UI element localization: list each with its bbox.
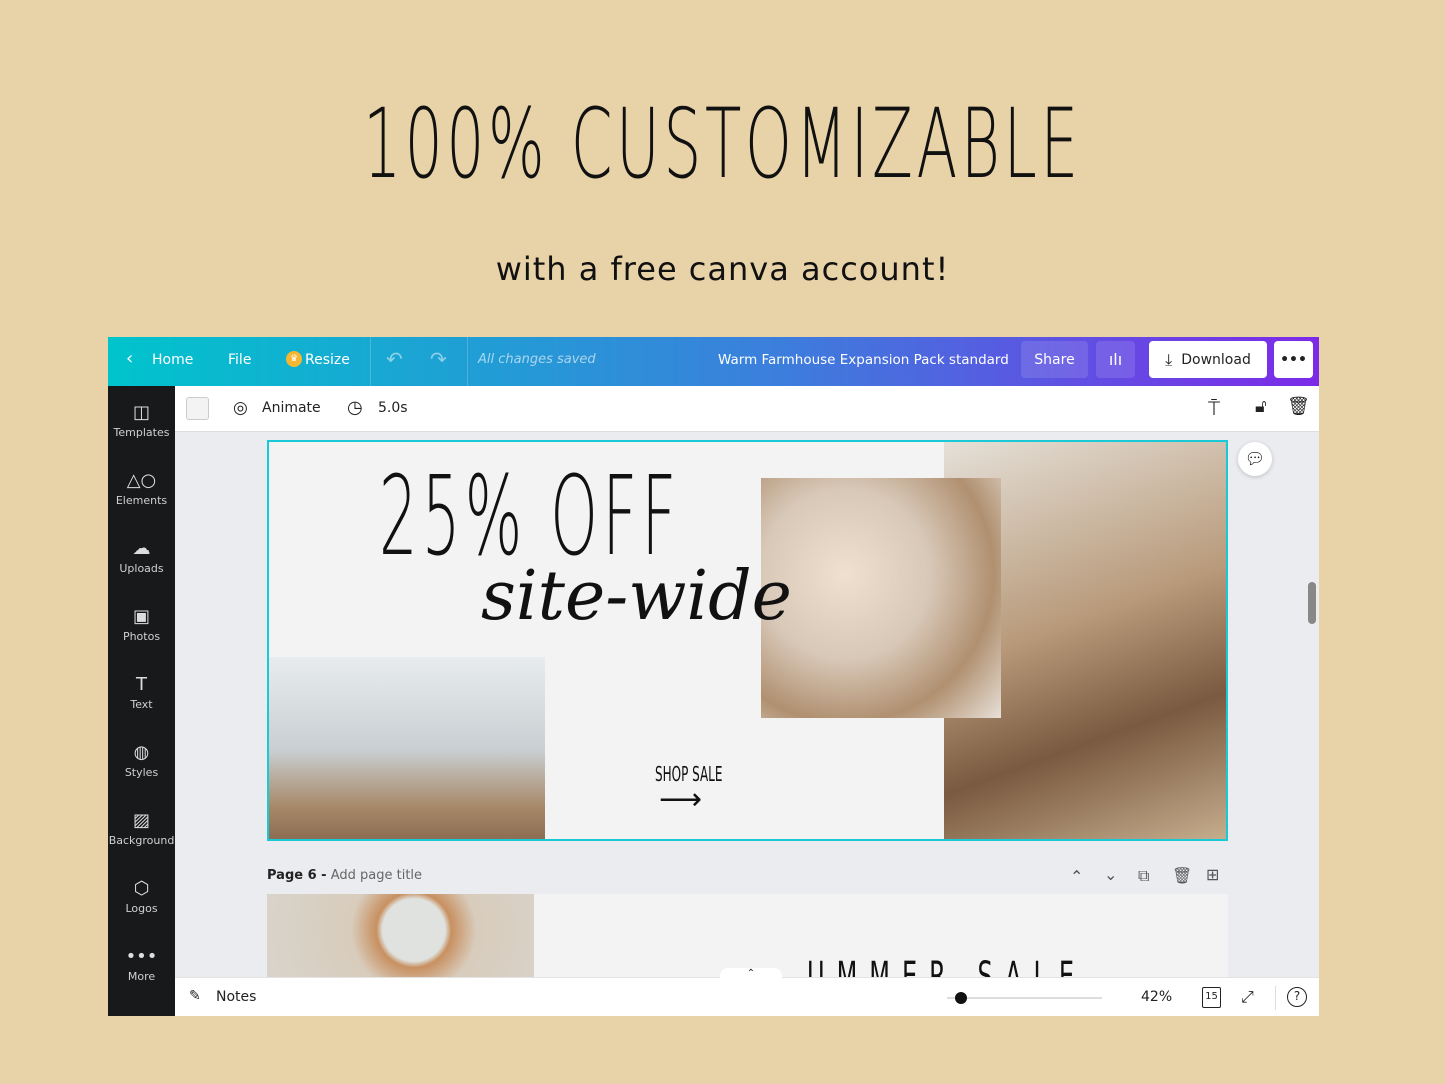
download-icon: ⤓ — [1165, 349, 1173, 369]
zoom-level[interactable]: 42% — [1141, 989, 1172, 1005]
crown-icon: ♛ — [286, 351, 302, 367]
clock-icon: ◷ — [347, 397, 363, 418]
editor-toolbar: ◎ Animate ◷ 5.0s ⍑ 🔓︎ 🗑︎ — [175, 386, 1319, 432]
page-title-input[interactable]: Add page title — [331, 868, 422, 883]
scrollbar-thumb[interactable] — [1308, 582, 1316, 624]
children-photo[interactable] — [761, 478, 1001, 718]
zoom-slider-thumb[interactable] — [954, 992, 967, 1004]
sidebar-item-text[interactable]: T Text — [108, 674, 175, 711]
bottom-bar: ⌃ ✎ Notes 42% 15 ⤢ ? — [175, 968, 1319, 1016]
sidebar-item-elements[interactable]: △○ Elements — [108, 470, 175, 507]
notes-button[interactable]: Notes — [216, 989, 256, 1005]
chevron-left-icon[interactable]: ‹ — [126, 348, 133, 369]
move-up-icon[interactable]: ⌃ — [1070, 867, 1083, 886]
text-icon: T — [136, 674, 147, 695]
photo-icon: ▣ — [132, 606, 150, 627]
logo-icon: ⬡ — [133, 878, 150, 899]
divider — [1275, 986, 1276, 1010]
fullscreen-icon[interactable]: ⤢ — [1241, 987, 1254, 1007]
palette-icon: ◍ — [133, 742, 150, 763]
background-icon: ▨ — [132, 810, 150, 831]
elements-icon: △○ — [126, 470, 157, 491]
animate-icon[interactable]: ◎ — [233, 398, 248, 418]
insights-chart-icon[interactable]: ılı — [1096, 341, 1135, 378]
page-6-label: Page 6 - Add page title — [267, 868, 423, 883]
sidebar: ◫ Templates △○ Elements ☁ Uploads ▣ Photos T… — [108, 386, 175, 1016]
promo-subtitle: with a free canva account! — [495, 250, 950, 288]
add-page-icon[interactable]: ⊞ — [1206, 865, 1219, 884]
sidebar-item-templates[interactable]: ◫ Templates — [108, 402, 175, 439]
promo-title: 100% CUSTOMIZABLE — [363, 88, 1082, 200]
background-color-swatch[interactable] — [186, 397, 209, 420]
share-button[interactable]: Share — [1021, 341, 1088, 378]
zoom-slider[interactable] — [947, 992, 1102, 1004]
canva-editor-window: ‹ Home File ♛ Resize ↶ ↷ All changes sav… — [108, 337, 1319, 1016]
arrow-right-icon: ⟶ — [659, 782, 703, 817]
save-status: All changes saved — [478, 352, 596, 367]
script-text[interactable]: site-wide — [481, 557, 792, 636]
design-page-5[interactable]: 25% OFF site-wide SHOP SALE ⟶ — [267, 440, 1228, 841]
show-pages-chevron-icon[interactable]: ⌃ — [720, 968, 782, 980]
file-menu[interactable]: File — [228, 352, 251, 368]
page-count-button[interactable]: 15 — [1202, 987, 1221, 1008]
sidebar-item-background[interactable]: ▨ Background — [108, 810, 175, 847]
sidebar-item-uploads[interactable]: ☁ Uploads — [108, 538, 175, 575]
divider — [370, 337, 371, 386]
sidebar-item-more[interactable]: ••• More — [108, 946, 175, 983]
more-options-button[interactable]: ••• — [1274, 341, 1313, 378]
undo-icon[interactable]: ↶ — [386, 347, 403, 371]
top-header: ‹ Home File ♛ Resize ↶ ↷ All changes sav… — [108, 337, 1319, 386]
document-title[interactable]: Warm Farmhouse Expansion Pack standard — [718, 352, 1009, 368]
duration-button[interactable]: 5.0s — [378, 400, 408, 416]
mirror-photo[interactable] — [267, 894, 534, 984]
divider — [467, 337, 468, 386]
window-room-photo[interactable] — [269, 657, 545, 839]
move-down-icon[interactable]: ⌄ — [1104, 865, 1117, 884]
download-button[interactable]: ⤓ Download — [1149, 341, 1267, 378]
trash-icon[interactable]: 🗑︎ — [1287, 396, 1310, 417]
delete-page-icon[interactable]: 🗑︎ — [1172, 866, 1192, 885]
home-button[interactable]: Home — [152, 352, 193, 368]
more-icon: ••• — [125, 946, 158, 967]
redo-icon[interactable]: ↷ — [430, 347, 447, 371]
sidebar-item-photos[interactable]: ▣ Photos — [108, 606, 175, 643]
notes-icon[interactable]: ✎ — [189, 988, 201, 1004]
resize-button[interactable]: Resize — [305, 352, 350, 368]
sidebar-item-logos[interactable]: ⬡ Logos — [108, 878, 175, 915]
animate-button[interactable]: Animate — [262, 400, 321, 416]
templates-icon: ◫ — [132, 402, 150, 423]
comment-add-icon[interactable]: 💬︎ — [1238, 442, 1272, 476]
help-icon[interactable]: ? — [1287, 987, 1307, 1007]
upload-cloud-icon: ☁ — [132, 538, 151, 559]
sidebar-item-styles[interactable]: ◍ Styles — [108, 742, 175, 779]
unlock-icon[interactable]: 🔓︎ — [1255, 396, 1267, 417]
paint-roller-icon[interactable]: ⍑ — [1208, 396, 1220, 420]
duplicate-page-icon[interactable]: ⧉ — [1138, 866, 1149, 886]
